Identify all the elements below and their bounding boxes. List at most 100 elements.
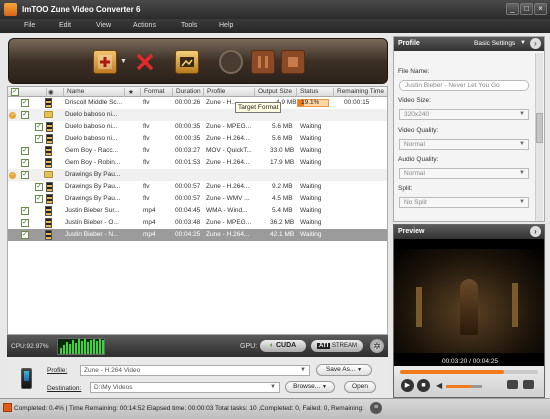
cell-profile[interactable]: MOV - QuickT... bbox=[206, 147, 254, 154]
maximize-button[interactable]: □ bbox=[520, 3, 533, 15]
table-row[interactable]: ✓ Gem Boy - Robin... flv 00:01:53 Zune -… bbox=[8, 157, 387, 169]
browse-label: Browse... bbox=[293, 383, 321, 390]
video-quality-select[interactable]: Normal ▼ bbox=[399, 139, 529, 150]
volume-slider[interactable] bbox=[446, 385, 482, 388]
table-row[interactable]: ✓ Duelo baboso ni... flv 00:00:35 Zune -… bbox=[8, 133, 387, 145]
video-size-label: Video Size: bbox=[398, 97, 431, 104]
split-select[interactable]: No Split ▼ bbox=[399, 197, 529, 208]
profile-panel-scrollbar[interactable] bbox=[535, 53, 543, 221]
ati-stream-button[interactable]: ATI STREAM bbox=[311, 340, 363, 352]
table-row[interactable]: ✓ Drawings By Pau... flv 00:00:57 Zune -… bbox=[8, 181, 387, 193]
row-checkbox[interactable]: ✓ bbox=[35, 183, 43, 191]
stop-icon[interactable] bbox=[281, 50, 305, 74]
status-info-icon[interactable]: ≡ bbox=[370, 402, 382, 414]
row-checkbox[interactable]: ✓ bbox=[21, 159, 29, 167]
chevron-down-icon: ▼ bbox=[270, 384, 276, 390]
stop-preview-icon[interactable]: ■ bbox=[417, 379, 430, 392]
cell-name: Duelo baboso ni... bbox=[65, 135, 118, 142]
delete-icon[interactable] bbox=[133, 50, 157, 74]
column-status-icon[interactable] bbox=[33, 88, 47, 97]
snapshot-folder-icon[interactable] bbox=[523, 380, 534, 389]
group-row[interactable]: − ✓ Duelo baboso ni... bbox=[8, 109, 387, 121]
table-row[interactable]: ✓ Duelo baboso ni... flv 00:00:35 Zune -… bbox=[8, 121, 387, 133]
folder-icon bbox=[44, 171, 53, 178]
close-button[interactable]: × bbox=[534, 3, 547, 15]
menu-tools[interactable]: Tools bbox=[181, 22, 197, 29]
browse-button[interactable]: Browse... ▼ bbox=[285, 381, 335, 393]
cell-profile[interactable]: Zune - H.264... bbox=[206, 231, 254, 238]
row-checkbox[interactable]: ✓ bbox=[21, 207, 29, 215]
column-remaining-time[interactable]: Remaining Time bbox=[335, 88, 387, 97]
cell-profile[interactable]: Zune - MPEG... bbox=[206, 123, 254, 130]
task-list: ✓ Driscoll Middle Sc... flv 00:00:26 Zun… bbox=[7, 97, 388, 335]
video-size-select[interactable]: 320x240 ▼ bbox=[399, 109, 529, 120]
add-file-icon[interactable] bbox=[93, 50, 117, 74]
basic-settings-dropdown[interactable]: Basic Settings bbox=[474, 40, 515, 47]
collapse-icon[interactable]: − bbox=[9, 112, 16, 119]
add-dropdown-chevron-icon[interactable]: ▼ bbox=[120, 58, 127, 65]
cpu-settings-gear-icon[interactable]: ✲ bbox=[370, 339, 384, 353]
cell-output-size: 42.1 MB bbox=[270, 231, 295, 238]
menu-actions[interactable]: Actions bbox=[133, 22, 156, 29]
expand-arrow-icon[interactable]: › bbox=[530, 226, 541, 237]
snapshot-camera-icon[interactable] bbox=[507, 380, 518, 389]
open-button[interactable]: Open bbox=[344, 381, 376, 393]
row-checkbox[interactable]: ✓ bbox=[21, 171, 29, 179]
menu-edit[interactable]: Edit bbox=[59, 22, 71, 29]
cell-profile[interactable]: WMA - Wind... bbox=[206, 207, 254, 214]
table-row-selected[interactable]: ✓ Justin Bieber - N... mp4 00:04:25 Zune… bbox=[8, 229, 387, 241]
seek-bar[interactable] bbox=[400, 370, 538, 374]
column-duration[interactable]: Duration bbox=[174, 88, 204, 97]
play-icon[interactable]: ▶ bbox=[401, 379, 414, 392]
row-checkbox[interactable]: ✓ bbox=[21, 147, 29, 155]
cell-profile[interactable]: Zune - WMV ... bbox=[206, 195, 254, 202]
chevron-down-icon: ▼ bbox=[519, 141, 525, 147]
row-checkbox[interactable]: ✓ bbox=[21, 219, 29, 227]
output-profile-icon[interactable] bbox=[175, 50, 199, 74]
table-row[interactable]: ✓ Drawings By Pau... flv 00:00:57 Zune -… bbox=[8, 193, 387, 205]
column-star[interactable]: ★ bbox=[126, 88, 141, 97]
table-row[interactable]: ✓ Gem Boy - Racc... flv 00:03:27 MOV - Q… bbox=[8, 145, 387, 157]
minimize-button[interactable]: _ bbox=[506, 3, 519, 15]
file-name-input[interactable]: Justin Bieber - Never Let You Go bbox=[399, 80, 529, 91]
pause-icon[interactable] bbox=[251, 50, 275, 74]
column-status[interactable]: Status bbox=[298, 88, 334, 97]
expand-arrow-icon[interactable]: › bbox=[530, 38, 541, 49]
column-name[interactable]: Name bbox=[65, 88, 125, 97]
column-output-size[interactable]: Output Size bbox=[256, 88, 297, 97]
group-row[interactable]: − ✓ Drawings By Pau... bbox=[8, 169, 387, 181]
cell-profile[interactable]: Zune - H.264... bbox=[206, 159, 254, 166]
menu-file[interactable]: File bbox=[24, 22, 35, 29]
row-checkbox[interactable]: ✓ bbox=[35, 195, 43, 203]
row-checkbox[interactable]: ✓ bbox=[35, 135, 43, 143]
menu-view[interactable]: View bbox=[96, 22, 111, 29]
table-row[interactable]: ✓ Justin Bieber - O... mp4 00:03:48 Zune… bbox=[8, 217, 387, 229]
cell-profile[interactable]: Zune - H.264... bbox=[206, 183, 254, 190]
menu-help[interactable]: Help bbox=[219, 22, 233, 29]
volume-icon[interactable]: ◀ bbox=[436, 381, 442, 390]
cell-name: Justin Bieber Sur... bbox=[65, 207, 120, 214]
audio-quality-select[interactable]: Normal ▼ bbox=[399, 168, 529, 179]
column-format[interactable]: Format bbox=[142, 88, 173, 97]
video-size-value: 320x240 bbox=[404, 111, 429, 118]
convert-icon[interactable] bbox=[219, 50, 243, 74]
table-row[interactable]: ✓ Justin Bieber Sur... mp4 00:04:45 WMA … bbox=[8, 205, 387, 217]
video-file-icon bbox=[46, 194, 53, 204]
cell-profile[interactable]: Zune - H.264... bbox=[206, 135, 254, 142]
table-row[interactable]: ✓ Driscoll Middle Sc... flv 00:00:26 Zun… bbox=[8, 97, 387, 109]
column-profile[interactable]: Profile bbox=[205, 88, 255, 97]
destination-field[interactable]: D:\My Videos ▼ bbox=[90, 382, 280, 393]
chevron-down-icon[interactable]: ▼ bbox=[520, 40, 526, 46]
select-all-checkbox[interactable]: ✓ bbox=[11, 88, 19, 96]
row-checkbox[interactable]: ✓ bbox=[21, 231, 29, 239]
row-checkbox[interactable]: ✓ bbox=[21, 111, 29, 119]
profile-select[interactable]: Zune - H.264 Video ▼ bbox=[80, 365, 310, 376]
profile-panel: Profile Basic Settings ▼ › File Name: Ju… bbox=[393, 36, 545, 222]
row-checkbox[interactable]: ✓ bbox=[35, 123, 43, 131]
cuda-button[interactable]: ◐ CUDA bbox=[260, 340, 306, 352]
cell-profile[interactable]: Zune - MPEG... bbox=[206, 219, 254, 226]
cell-output-size: 5.6 MB bbox=[272, 123, 293, 130]
row-checkbox[interactable]: ✓ bbox=[21, 99, 29, 107]
save-as-button[interactable]: Save As... ▼ bbox=[316, 364, 372, 376]
collapse-icon[interactable]: − bbox=[9, 172, 16, 179]
